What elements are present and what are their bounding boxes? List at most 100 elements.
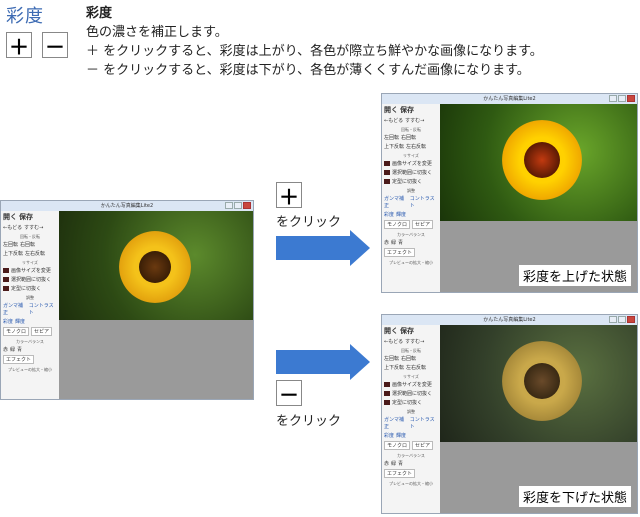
saturation-control[interactable]: 彩度: [384, 211, 394, 218]
red-control[interactable]: 赤: [384, 460, 389, 467]
crop-icon: [384, 170, 390, 175]
resize-button[interactable]: 画像サイズを変更: [392, 160, 432, 167]
close-icon[interactable]: [627, 316, 635, 323]
tool-panel: 開く 保存 ←もどる すすむ→ 回転・反転 左回転 右回転 上下反転 左右反転 リサイズ…: [382, 104, 440, 292]
crop-selection-button[interactable]: 選択範囲に切抜く: [392, 169, 432, 176]
open-button[interactable]: 開く: [384, 326, 398, 336]
gamma-label: ガンマ補正: [384, 196, 405, 209]
click-plus-label: をクリック: [276, 215, 342, 230]
plus-button-small[interactable]: ＋: [276, 182, 302, 209]
save-button[interactable]: 保存: [400, 105, 414, 115]
description: 彩度 色の濃さを補正します。 ＋ をクリックすると、彩度は上がり、各色が際立ち鮮…: [86, 4, 543, 80]
effect-button[interactable]: エフェクト: [3, 355, 35, 364]
arrow-down-icon: [276, 350, 352, 374]
minimize-icon[interactable]: [225, 202, 233, 209]
effect-button[interactable]: エフェクト: [384, 469, 416, 478]
undo-button[interactable]: ←もどる: [3, 224, 22, 231]
saturation-control[interactable]: 彩度: [384, 432, 394, 439]
photo-area: 彩度を上げた状態: [440, 104, 637, 292]
maximize-icon[interactable]: [618, 95, 626, 102]
close-icon[interactable]: [627, 95, 635, 102]
sepia-button[interactable]: セピア: [31, 327, 53, 336]
undo-button[interactable]: ←もどる: [384, 117, 403, 124]
effect-button[interactable]: エフェクト: [384, 248, 416, 257]
minimize-icon[interactable]: [609, 316, 617, 323]
flip-v-button[interactable]: 上下反転: [384, 143, 404, 150]
blue-control[interactable]: 青: [398, 460, 403, 467]
sepia-button[interactable]: セピア: [412, 220, 434, 229]
rotate-left-button[interactable]: 左回転: [384, 134, 399, 141]
minus-button[interactable]: －: [42, 32, 68, 59]
redo-button[interactable]: すすむ→: [24, 224, 43, 231]
contrast-label: コントラスト: [409, 417, 435, 430]
crop-fixed-button[interactable]: 定型に切抜く: [392, 399, 422, 406]
crop-icon: [384, 391, 390, 396]
contrast-label: コントラスト: [409, 196, 435, 209]
minimize-icon[interactable]: [609, 95, 617, 102]
save-button[interactable]: 保存: [19, 212, 33, 222]
resize-button[interactable]: 画像サイズを変更: [11, 267, 51, 274]
blue-control[interactable]: 青: [17, 346, 22, 353]
result-up-caption: 彩度を上げた状態: [518, 265, 631, 286]
minus-button-small[interactable]: －: [276, 380, 302, 407]
brightness-control[interactable]: 輝度: [396, 211, 406, 218]
arrowhead-down-icon: [350, 344, 370, 380]
app-window-saturation-down: かんたん写真編集Lite2 開く 保存 ←もどる すすむ→ 回転・反転 左回転 右回転…: [381, 314, 638, 514]
blue-control[interactable]: 青: [398, 239, 403, 246]
flip-h-button[interactable]: 左右反転: [25, 250, 45, 257]
resize-icon: [3, 268, 9, 273]
maximize-icon[interactable]: [234, 202, 242, 209]
flip-v-button[interactable]: 上下反転: [384, 364, 404, 371]
mono-button[interactable]: モノクロ: [3, 327, 30, 336]
crop-fixed-icon: [3, 286, 9, 291]
sunflower-image: [59, 211, 253, 321]
crop-selection-button[interactable]: 選択範囲に切抜く: [392, 390, 432, 397]
flip-h-button[interactable]: 左右反転: [406, 143, 426, 150]
brightness-control[interactable]: 輝度: [396, 432, 406, 439]
red-control[interactable]: 赤: [3, 346, 8, 353]
resize-icon: [384, 161, 390, 166]
window-titlebar: かんたん写真編集Lite2: [382, 94, 637, 104]
redo-button[interactable]: すすむ→: [405, 338, 424, 345]
green-control[interactable]: 緑: [391, 239, 396, 246]
crop-selection-button[interactable]: 選択範囲に切抜く: [11, 276, 51, 283]
crop-fixed-button[interactable]: 定型に切抜く: [11, 285, 41, 292]
resize-button[interactable]: 画像サイズを変更: [392, 381, 432, 388]
green-control[interactable]: 緑: [391, 460, 396, 467]
brightness-control[interactable]: 輝度: [15, 318, 25, 325]
mono-button[interactable]: モノクロ: [384, 441, 411, 450]
rotate-right-button[interactable]: 右回転: [401, 134, 416, 141]
preview-label: プレビューの拡大・縮小: [8, 367, 52, 372]
sepia-button[interactable]: セピア: [412, 441, 434, 450]
rotate-left-button[interactable]: 左回転: [384, 355, 399, 362]
rotate-right-button[interactable]: 右回転: [20, 241, 35, 248]
tool-panel: 開く 保存 ←もどる すすむ→ 回転・反転 左回転 右回転 上下反転 左右反転 リサイズ…: [1, 211, 59, 399]
green-control[interactable]: 緑: [10, 346, 15, 353]
desc-line-2: ＋ をクリックすると、彩度は上がり、各色が際立ち鮮やかな画像になります。: [86, 44, 543, 59]
close-icon[interactable]: [243, 202, 251, 209]
saturation-control[interactable]: 彩度: [3, 318, 13, 325]
undo-button[interactable]: ←もどる: [384, 338, 403, 345]
app-window-saturation-up: かんたん写真編集Lite2 開く 保存 ←もどる すすむ→ 回転・反転 左回転 右回転…: [381, 93, 638, 293]
crop-fixed-button[interactable]: 定型に切抜く: [392, 178, 422, 185]
save-button[interactable]: 保存: [400, 326, 414, 336]
mono-button[interactable]: モノクロ: [384, 220, 411, 229]
rotate-left-button[interactable]: 左回転: [3, 241, 18, 248]
contrast-label: コントラスト: [28, 303, 54, 316]
maximize-icon[interactable]: [618, 316, 626, 323]
open-button[interactable]: 開く: [384, 105, 398, 115]
redo-button[interactable]: すすむ→: [405, 117, 424, 124]
arrow-up-icon: [276, 236, 352, 260]
open-button[interactable]: 開く: [3, 212, 17, 222]
plus-button[interactable]: ＋: [6, 32, 32, 59]
flip-h-button[interactable]: 左右反転: [406, 364, 426, 371]
desc-line-3: － をクリックすると、彩度は下がり、各色が薄くくすんだ画像になります。: [86, 63, 530, 78]
sunflower-image: [440, 104, 637, 221]
window-titlebar: かんたん写真編集Lite2: [1, 201, 253, 211]
rotate-right-button[interactable]: 右回転: [401, 355, 416, 362]
red-control[interactable]: 赤: [384, 239, 389, 246]
window-title: かんたん写真編集Lite2: [483, 96, 536, 102]
flip-v-button[interactable]: 上下反転: [3, 250, 23, 257]
crop-fixed-icon: [384, 400, 390, 405]
window-title: かんたん写真編集Lite2: [483, 317, 536, 323]
